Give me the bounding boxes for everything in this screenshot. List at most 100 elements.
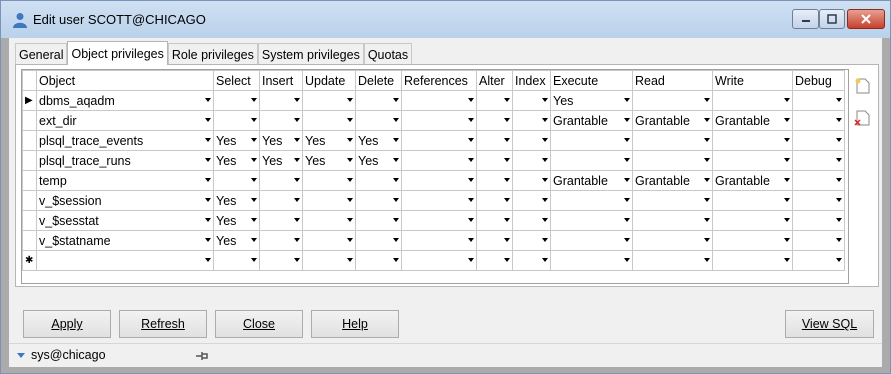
column-header-update[interactable]: Update [302,70,356,91]
row-selector[interactable] [22,150,37,171]
dropdown-arrow-icon[interactable] [468,178,474,182]
row-selector[interactable] [22,130,37,151]
cell-execute[interactable] [550,230,633,251]
dropdown-arrow-icon[interactable] [704,118,710,122]
cell-update[interactable] [302,250,356,271]
dropdown-arrow-icon[interactable] [393,138,399,142]
cell-alter[interactable] [476,190,513,211]
cell-references[interactable] [401,130,477,151]
dropdown-arrow-icon[interactable] [836,158,842,162]
dropdown-arrow-icon[interactable] [504,238,510,242]
dropdown-arrow-icon[interactable] [205,198,211,202]
dropdown-arrow-icon[interactable] [468,98,474,102]
dropdown-arrow-icon[interactable] [393,218,399,222]
dropdown-arrow-icon[interactable] [836,258,842,262]
dropdown-arrow-icon[interactable] [624,198,630,202]
dropdown-arrow-icon[interactable] [542,258,548,262]
cell-select[interactable]: Yes [213,190,260,211]
dropdown-arrow-icon[interactable] [836,118,842,122]
dropdown-arrow-icon[interactable] [393,238,399,242]
cell-debug[interactable] [792,110,845,131]
column-header-read[interactable]: Read [632,70,713,91]
cell-read[interactable] [632,150,713,171]
dropdown-arrow-icon[interactable] [784,218,790,222]
cell-delete[interactable] [355,110,402,131]
cell-select[interactable] [213,110,260,131]
row-selector[interactable] [22,110,37,131]
dropdown-arrow-icon[interactable] [504,158,510,162]
cell-object[interactable]: temp [36,170,214,191]
table-row[interactable]: temp Grantable Grantable Grantable [22,170,845,191]
dropdown-arrow-icon[interactable] [468,238,474,242]
column-header-alter[interactable]: Alter [476,70,513,91]
dropdown-arrow-icon[interactable] [347,138,353,142]
cell-alter[interactable] [476,130,513,151]
column-header-execute[interactable]: Execute [550,70,633,91]
close-window-button[interactable] [847,9,885,29]
cell-delete[interactable]: Yes [355,130,402,151]
cell-delete[interactable] [355,190,402,211]
column-header-delete[interactable]: Delete [355,70,402,91]
dropdown-arrow-icon[interactable] [704,98,710,102]
cell-references[interactable] [401,110,477,131]
connection-label[interactable]: sys@chicago [31,348,106,362]
dropdown-arrow-icon[interactable] [294,258,300,262]
tab-system-privileges[interactable]: System privileges [257,43,364,65]
dropdown-arrow-icon[interactable] [624,118,630,122]
tab-general[interactable]: General [15,43,68,65]
dropdown-arrow-icon[interactable] [294,158,300,162]
cell-index[interactable] [512,170,551,191]
dropdown-arrow-icon[interactable] [205,158,211,162]
dropdown-arrow-icon[interactable] [704,198,710,202]
dropdown-arrow-icon[interactable] [624,258,630,262]
column-header-select[interactable]: Select [213,70,260,91]
dropdown-arrow-icon[interactable] [504,198,510,202]
dropdown-arrow-icon[interactable] [347,178,353,182]
cell-execute[interactable] [550,250,633,271]
row-selector[interactable]: ▶ [22,90,37,111]
dropdown-arrow-icon[interactable] [393,258,399,262]
dropdown-arrow-icon[interactable] [205,238,211,242]
dropdown-arrow-icon[interactable] [624,218,630,222]
dropdown-arrow-icon[interactable] [251,98,257,102]
dropdown-arrow-icon[interactable] [504,98,510,102]
cell-index[interactable] [512,190,551,211]
dropdown-arrow-icon[interactable] [704,238,710,242]
cell-references[interactable] [401,150,477,171]
cell-execute[interactable] [550,210,633,231]
dropdown-arrow-icon[interactable] [784,138,790,142]
dropdown-arrow-icon[interactable] [784,158,790,162]
table-row[interactable]: plsql_trace_events Yes Yes Yes Yes [22,130,845,151]
table-row[interactable]: v_$session Yes [22,190,845,211]
dropdown-arrow-icon[interactable] [836,138,842,142]
cell-read[interactable] [632,190,713,211]
dropdown-arrow-icon[interactable] [468,218,474,222]
dropdown-arrow-icon[interactable] [468,198,474,202]
dropdown-arrow-icon[interactable] [704,138,710,142]
cell-debug[interactable] [792,90,845,111]
minimize-button[interactable] [792,9,819,29]
cell-execute[interactable] [550,130,633,151]
cell-index[interactable] [512,210,551,231]
cell-execute[interactable]: Grantable [550,110,633,131]
cell-index[interactable] [512,250,551,271]
cell-object[interactable]: v_$session [36,190,214,211]
dropdown-arrow-icon[interactable] [347,98,353,102]
dropdown-arrow-icon[interactable] [836,238,842,242]
dropdown-arrow-icon[interactable] [347,218,353,222]
delete-document-icon[interactable] [854,109,872,127]
cell-execute[interactable] [550,190,633,211]
cell-debug[interactable] [792,230,845,251]
dropdown-arrow-icon[interactable] [542,198,548,202]
cell-references[interactable] [401,170,477,191]
column-header-index[interactable]: Index [512,70,551,91]
cell-update[interactable] [302,230,356,251]
dropdown-arrow-icon[interactable] [468,158,474,162]
table-row[interactable]: v_$sesstat Yes [22,210,845,231]
cell-alter[interactable] [476,150,513,171]
cell-alter[interactable] [476,250,513,271]
dropdown-arrow-icon[interactable] [784,178,790,182]
cell-object[interactable]: dbms_aqadm [36,90,214,111]
dropdown-arrow-icon[interactable] [704,158,710,162]
cell-references[interactable] [401,190,477,211]
